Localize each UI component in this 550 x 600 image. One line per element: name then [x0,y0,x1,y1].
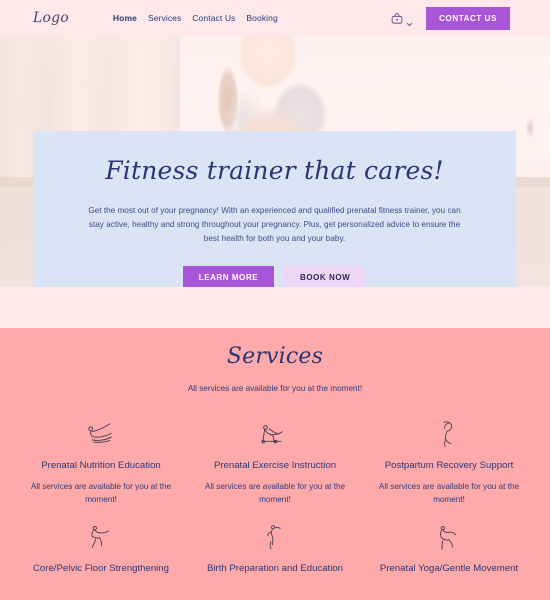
learn-more-button[interactable]: LEARN MORE [182,265,275,287]
site-logo[interactable]: Logo [33,10,69,26]
service-title: Birth Preparation and Education [207,563,343,575]
yoga-standing-balance-icon [196,513,354,561]
cart-menu[interactable] [391,12,413,26]
hero-description: Get the most out of your pregnancy! With… [88,205,461,243]
chevron-down-icon[interactable] [406,15,413,26]
service-description: All services are available for you at th… [378,481,520,504]
navbar-actions: CONTACT US [391,0,510,36]
shopping-bag-icon[interactable] [391,12,403,24]
service-title: Prenatal Nutrition Education [41,460,161,471]
nav-link-services[interactable]: Services [148,13,181,23]
services-grid: Prenatal Nutrition Education All service… [0,410,550,584]
service-card[interactable]: Prenatal Exercise Instruction All servic… [188,410,362,506]
hero-title: Fitness trainer that cares! [105,156,444,185]
yoga-warrior-pose-icon [22,513,180,561]
hero-card: Fitness trainer that cares! Get the most… [33,131,516,287]
yoga-standing-stretch-icon [370,410,528,458]
landing-page: Logo Home Services Contact Us Booking CO… [0,0,550,600]
service-card[interactable]: Prenatal Nutrition Education All service… [14,410,188,506]
service-card[interactable]: Birth Preparation and Education [188,513,362,584]
service-title: Prenatal Exercise Instruction [213,460,337,471]
service-title: Postpartum Recovery Support [384,460,514,471]
yoga-dancer-pose-icon [370,513,528,561]
nav-link-contact-us[interactable]: Contact Us [192,13,235,23]
services-subtitle: All services are available for you at th… [187,384,363,393]
yoga-table-top-pose-icon [196,410,354,458]
service-description: All services are available for you at th… [30,481,172,504]
hero-actions: LEARN MORE BOOK NOW [79,265,470,287]
nav-link-home[interactable]: Home [113,13,137,23]
primary-navigation: Home Services Contact Us Booking [113,13,278,23]
service-card[interactable]: Postpartum Recovery Support All services… [362,410,536,506]
yoga-seated-forward-bend-icon [22,410,180,458]
service-card[interactable]: Core/Pelvic Floor Strengthening [14,513,188,584]
services-title: Services [226,344,324,369]
hero-section: Fitness trainer that cares! Get the most… [0,36,550,287]
book-now-button[interactable]: BOOK NOW [284,265,367,287]
service-description: All services are available for you at th… [204,481,346,504]
navbar: Logo Home Services Contact Us Booking CO… [0,0,550,36]
service-card[interactable]: Prenatal Yoga/Gentle Movement [362,513,536,584]
service-title: Prenatal Yoga/Gentle Movement [379,563,519,575]
contact-us-button[interactable]: CONTACT US [426,6,510,30]
services-section: Services All services are available for … [0,328,550,600]
service-title: Core/Pelvic Floor Strengthening [33,563,169,575]
nav-link-booking[interactable]: Booking [246,13,277,23]
